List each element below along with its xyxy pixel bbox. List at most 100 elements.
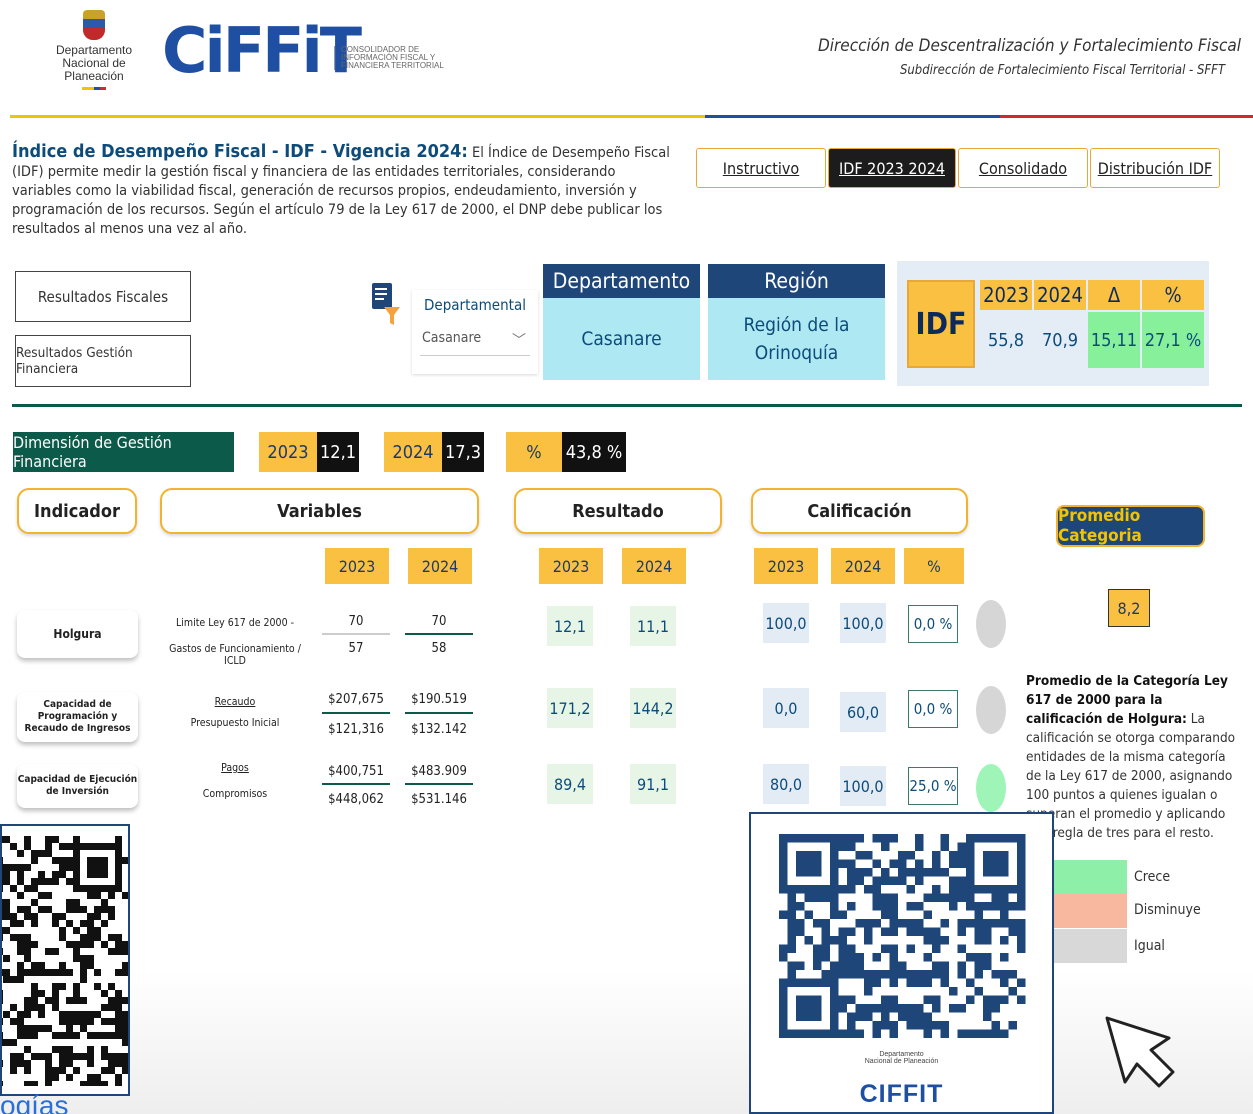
qr-dnp-line2: Nacional de Planeación	[864, 1058, 939, 1065]
numerator-2024: 70	[431, 614, 447, 629]
intro-title: Índice de Desempeño Fiscal - IDF - Vigen…	[12, 141, 468, 162]
colombia-shield-icon	[83, 10, 105, 40]
qr-code-pattern-right	[779, 834, 1026, 1038]
dnp-logo: Departamento Nacional de Planeación	[34, 10, 154, 100]
calificacion-pct-value: 0,0 %	[908, 605, 958, 643]
variable-bottom-label: Presupuesto Inicial	[190, 717, 280, 729]
resultado-header: Resultado	[514, 488, 722, 534]
resultado-2024-value: 144,2	[630, 688, 676, 728]
fraction-bar	[405, 633, 473, 635]
select-value: Casanare	[422, 330, 482, 346]
variable-top-label: Pagos	[221, 762, 249, 774]
calificacion-2023-value: 80,0	[763, 764, 809, 804]
legend-label-crece: Crece	[1134, 869, 1171, 885]
departamento-header: Departamento	[543, 264, 700, 298]
fraction-bar	[322, 783, 390, 785]
indicador-holgura[interactable]: Holgura	[17, 610, 138, 658]
denominator-2024: 58	[431, 641, 447, 656]
filter-icon[interactable]	[370, 283, 400, 327]
resultado-2023-header: 2023	[539, 548, 603, 584]
idf-header-delta: Δ	[1088, 280, 1140, 310]
header-title: Dirección de Descentralización y Fortale…	[817, 36, 1241, 56]
calificacion-2023-value: 100,0	[763, 603, 809, 643]
legend-label-disminuye: Disminuye	[1134, 902, 1201, 918]
legend-swatch-disminuye	[1047, 894, 1127, 928]
mouse-cursor-icon	[1105, 1016, 1175, 1088]
promedio-categoria-button[interactable]: Promedio Categoria	[1056, 505, 1205, 547]
dnp-name-line2: Nacional de Planeación	[62, 56, 126, 83]
region-line1: Región de la	[743, 314, 850, 336]
qr-code-ciffit[interactable]: Departamento Nacional de Planeación CIFF…	[749, 812, 1054, 1114]
bottom-link-text[interactable]: ogías	[0, 1090, 69, 1114]
resultado-2023-value: 171,2	[547, 688, 593, 728]
region-line2: Orinoquía	[754, 342, 839, 364]
variable-top-label: Limite Ley 617 de 2000 -	[176, 617, 294, 629]
tab-distribucion-idf[interactable]: Distribución IDF	[1090, 148, 1220, 188]
fraction-bar	[405, 783, 473, 785]
trend-indicator-igual	[976, 686, 1006, 734]
header-divider	[0, 115, 1253, 118]
tab-instructivo[interactable]: Instructivo	[696, 148, 826, 188]
denominator-2023: $448,062	[328, 792, 384, 807]
numerator-2023: 70	[348, 614, 364, 629]
fraction-bar	[405, 712, 473, 714]
fraction-bar	[322, 633, 390, 635]
idf-value-pct: 27,1 %	[1142, 312, 1204, 368]
ciffit-logo: CiFFiT	[162, 14, 362, 87]
region-header: Región	[708, 264, 885, 298]
numerator-2023: $400,751	[328, 764, 384, 779]
indicador-ejecucion-inversion[interactable]: Capacidad de Ejecución de Inversión	[17, 764, 138, 808]
denominator-2024: $531.146	[411, 792, 467, 807]
tab-idf-2023-2024[interactable]: IDF 2023 2024	[828, 148, 956, 188]
dimension-pct-label: %	[506, 432, 562, 472]
idf-header-2023: 2023	[980, 280, 1032, 310]
resultados-gestion-financiera-button[interactable]: Resultados Gestión Financiera	[15, 335, 191, 387]
trend-indicator-igual	[976, 600, 1006, 648]
legend-swatch-igual	[1047, 929, 1127, 963]
dimension-2023-label: 2023	[259, 432, 317, 472]
departamento-select[interactable]: Casanare ﹀	[420, 330, 530, 356]
resultado-2023-value: 89,4	[547, 764, 593, 804]
trend-indicator-crece	[976, 764, 1006, 812]
calificacion-2023-value: 0,0	[763, 688, 809, 728]
resultado-2024-value: 11,1	[630, 606, 676, 646]
resultado-2024-value: 91,1	[630, 764, 676, 804]
dimension-2023-value: 12,1	[317, 432, 359, 472]
indicador-header: Indicador	[17, 488, 137, 534]
calificacion-2024-value: 100,0	[840, 766, 886, 806]
idf-value-2024: 70,9	[1041, 329, 1079, 351]
legend-label-igual: Igual	[1134, 938, 1165, 954]
filter-label: Departamental	[424, 296, 526, 314]
idf-label: IDF	[907, 280, 975, 368]
denominator-2023: $121,316	[328, 722, 384, 737]
resultado-2024-header: 2024	[622, 548, 686, 584]
tab-consolidado[interactable]: Consolidado	[958, 148, 1088, 188]
idf-value-delta: 15,11	[1088, 312, 1140, 368]
qr-code-left[interactable]	[0, 824, 130, 1096]
qr-ciffit-brand: CIFFIT	[859, 1080, 944, 1108]
calificacion-pct-value: 0,0 %	[908, 690, 958, 728]
indicador-programacion-recaudo[interactable]: Capacidad de Programación y Recaudo de I…	[17, 692, 138, 742]
dimension-label: Dimensión de Gestión Financiera	[13, 432, 242, 472]
dimension-pct-value: 43,8 %	[562, 432, 626, 472]
departamental-filter: Departamental Casanare ﹀	[412, 290, 538, 374]
calificacion-2024-value: 60,0	[840, 692, 886, 732]
qr-dnp-label: Departamento Nacional de Planeación	[751, 1051, 1052, 1065]
fraction-bar	[322, 712, 390, 714]
resultados-fiscales-button[interactable]: Resultados Fiscales	[15, 271, 191, 322]
calificacion-2024-header: 2024	[831, 548, 895, 584]
numerator-2023: $207,675	[328, 692, 384, 707]
variable-bottom-label: Compromisos	[202, 788, 268, 800]
calificacion-2024-value: 100,0	[840, 603, 886, 643]
chevron-down-icon: ﹀	[512, 333, 526, 349]
variables-2023-header: 2023	[325, 548, 389, 584]
region-value: Región de la Orinoquía	[708, 298, 885, 380]
promedio-value: 8,2	[1108, 589, 1150, 627]
promedio-explanation-text: La calificación se otorga comparando ent…	[1026, 711, 1236, 841]
resultado-2023-value: 12,1	[547, 606, 593, 646]
numerator-2024: $190.519	[411, 692, 467, 707]
flag-stripe	[82, 87, 106, 90]
intro-paragraph: Índice de Desempeño Fiscal - IDF - Vigen…	[12, 142, 672, 239]
qr-code-pattern-left	[2, 836, 128, 1086]
variables-header: Variables	[160, 488, 479, 534]
